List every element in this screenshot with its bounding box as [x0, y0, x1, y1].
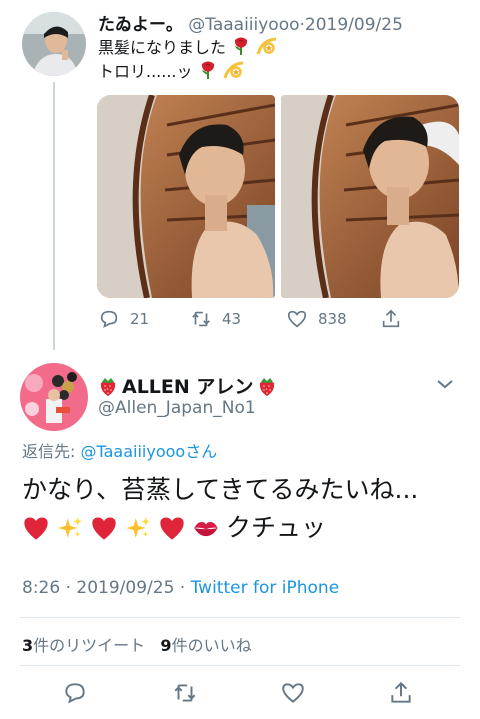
parent-text-line1: 黒髪になりました — [98, 38, 227, 57]
sparkles-emoji-icon — [58, 517, 82, 538]
tweet-source-link[interactable]: Twitter for iPhone — [191, 578, 340, 598]
retweet-total: 3 — [22, 636, 34, 655]
like-label: 件のいいね — [171, 636, 252, 655]
meta-separator: · — [65, 578, 71, 598]
tweet-more-button[interactable] — [432, 374, 458, 394]
share-icon — [382, 309, 400, 328]
reply-button[interactable] — [62, 680, 88, 706]
reply-icon — [100, 310, 118, 328]
tweet-date[interactable]: 2019/09/25 — [76, 578, 174, 598]
tweet-time[interactable]: 8:26 — [22, 578, 60, 598]
parent-retweet-action[interactable]: 43 — [190, 308, 241, 330]
main-tweet-text-line2: クチュッ — [22, 510, 326, 546]
parent-tweet-text: 黒髪になりました トロリ......ッ — [98, 36, 278, 84]
parent-like-action[interactable]: 838 — [286, 308, 347, 330]
tweet-meta: 8:26 · 2019/09/25 · Twitter for iPhone — [22, 578, 339, 598]
like-total: 9 — [160, 636, 172, 655]
parent-display-name[interactable]: たゐよー。 — [98, 15, 183, 35]
main-tweet-actions — [0, 680, 480, 708]
reply-icon — [65, 683, 85, 704]
red-heart-emoji-icon — [24, 517, 48, 540]
likes-stat[interactable]: 9件のいいね — [160, 636, 251, 655]
parent-date[interactable]: 2019/09/25 — [305, 15, 403, 35]
main-handle[interactable]: @Allen_Japan_No1 — [98, 398, 256, 418]
share-button[interactable] — [388, 680, 414, 706]
dizzy-emoji-icon — [256, 37, 277, 55]
parent-avatar[interactable] — [22, 12, 86, 76]
parent-like-count: 838 — [318, 310, 347, 328]
share-icon — [391, 681, 411, 703]
strawberry-emoji-icon — [260, 377, 275, 396]
tweet-photo-2[interactable] — [281, 95, 459, 298]
like-button[interactable] — [280, 680, 306, 706]
main-avatar[interactable] — [20, 363, 88, 431]
tweet-stats: 3件のリツイート 9件のいいね — [22, 632, 252, 656]
main-display-name: ALLEN アレン — [122, 376, 254, 398]
main-display-name-row[interactable]: ALLEN アレン — [98, 372, 277, 399]
strawberry-emoji-icon — [100, 377, 116, 396]
parent-text-line: トロリ......ッ — [98, 60, 278, 84]
parent-text-line: 黒髪になりました — [98, 36, 278, 60]
parent-reply-count: 21 — [130, 310, 150, 328]
divider — [20, 665, 460, 666]
parent-handle[interactable]: @Taaaiiiyooo — [188, 15, 299, 35]
reply-to-handle-link[interactable]: @Taaaiiiyooo — [80, 442, 185, 461]
tweet-photo-1[interactable] — [97, 95, 275, 298]
rose-emoji-icon — [201, 61, 214, 79]
rose-emoji-icon — [234, 37, 248, 55]
heart-icon — [287, 310, 307, 328]
main-tweet-text-line2-suffix: クチュッ — [226, 513, 327, 542]
kiss-mark-emoji-icon — [194, 522, 218, 537]
parent-tweet-header: たゐよー。 @Taaaiiiyooo·2019/09/25 — [98, 10, 403, 35]
parent-share-action[interactable] — [380, 308, 402, 330]
retweet-icon — [174, 684, 196, 702]
retweets-stat[interactable]: 3件のリツイート — [22, 636, 145, 655]
retweet-label: 件のリツイート — [33, 636, 146, 655]
dizzy-emoji-icon — [223, 61, 243, 79]
divider — [20, 617, 460, 618]
parent-tweet-actions: 21 43 838 — [0, 308, 480, 332]
red-heart-emoji-icon — [92, 517, 116, 540]
red-heart-emoji-icon — [160, 517, 184, 540]
parent-reply-action[interactable]: 21 — [98, 308, 149, 330]
heart-icon — [282, 683, 304, 703]
retweet-icon — [192, 311, 210, 327]
meta-separator: · — [179, 578, 186, 598]
reply-prefix: 返信先: — [22, 442, 81, 461]
reply-to: 返信先: @Taaaiiiyoooさん — [22, 438, 217, 462]
main-tweet-text-line1: かなり、苔蒸してきてるみたいね... — [22, 475, 419, 504]
reply-suffix: さん — [185, 442, 218, 461]
retweet-button[interactable] — [172, 680, 198, 706]
parent-text-line2: トロリ......ッ — [98, 62, 193, 81]
parent-retweet-count: 43 — [222, 310, 242, 328]
chevron-down-icon — [437, 380, 453, 389]
sparkles-emoji-icon — [126, 517, 150, 538]
